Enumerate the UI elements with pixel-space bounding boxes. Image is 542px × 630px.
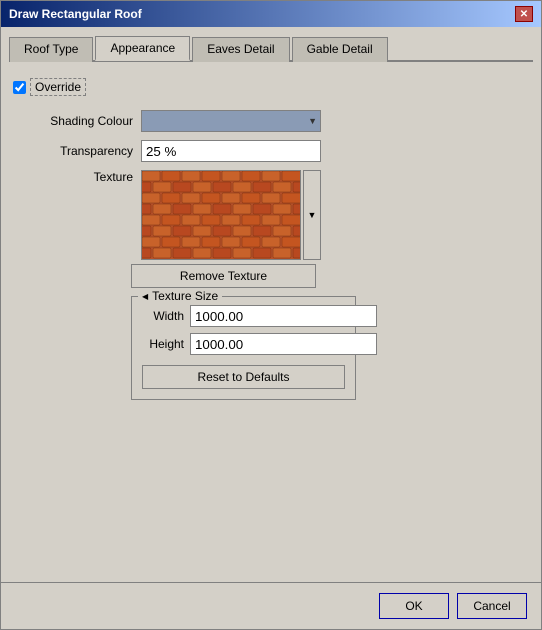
transparency-input[interactable] (141, 140, 321, 162)
texture-row: Texture (23, 170, 529, 260)
reset-defaults-button[interactable]: Reset to Defaults (142, 365, 345, 389)
transparency-label: Transparency (23, 144, 133, 158)
height-label: Height (142, 337, 184, 351)
form-section: Shading Colour Transparency Texture (23, 110, 529, 260)
dialog-content: Roof Type Appearance Eaves Detail Gable … (1, 27, 541, 582)
override-row: Override (13, 78, 529, 96)
texture-tile-svg (142, 171, 301, 260)
window-title: Draw Rectangular Roof (9, 7, 142, 21)
shading-colour-select[interactable] (141, 110, 321, 132)
texture-size-legend: ◀ Texture Size (138, 289, 222, 303)
width-label: Width (142, 309, 184, 323)
collapse-icon: ◀ (142, 292, 148, 301)
tab-appearance[interactable]: Appearance (95, 36, 190, 61)
tab-bar: Roof Type Appearance Eaves Detail Gable … (9, 35, 533, 62)
width-input[interactable] (190, 305, 377, 327)
height-row: Height (142, 333, 345, 355)
width-row: Width (142, 305, 345, 327)
title-bar: Draw Rectangular Roof ✕ (1, 1, 541, 27)
texture-preview (141, 170, 301, 260)
height-input[interactable] (190, 333, 377, 355)
transparency-row: Transparency (23, 140, 529, 162)
cancel-button[interactable]: Cancel (457, 593, 527, 619)
texture-label: Texture (23, 170, 133, 184)
texture-container: ▼ (141, 170, 321, 260)
tab-gable-detail[interactable]: Gable Detail (292, 37, 388, 62)
tab-roof-type[interactable]: Roof Type (9, 37, 93, 62)
texture-dropdown-button[interactable]: ▼ (303, 170, 321, 260)
appearance-panel: Override Shading Colour Transparency (9, 72, 533, 574)
close-button[interactable]: ✕ (515, 6, 533, 22)
remove-texture-button[interactable]: Remove Texture (131, 264, 316, 288)
dialog-footer: OK Cancel (1, 582, 541, 629)
tab-eaves-detail[interactable]: Eaves Detail (192, 37, 289, 62)
shading-colour-label: Shading Colour (23, 114, 133, 128)
shading-select-wrapper (141, 110, 321, 132)
texture-size-group: ◀ Texture Size Width Height Reset to Def… (131, 296, 356, 400)
shading-row: Shading Colour (23, 110, 529, 132)
override-label: Override (30, 78, 86, 96)
main-window: Draw Rectangular Roof ✕ Roof Type Appear… (0, 0, 542, 630)
override-checkbox[interactable] (13, 81, 26, 94)
ok-button[interactable]: OK (379, 593, 449, 619)
